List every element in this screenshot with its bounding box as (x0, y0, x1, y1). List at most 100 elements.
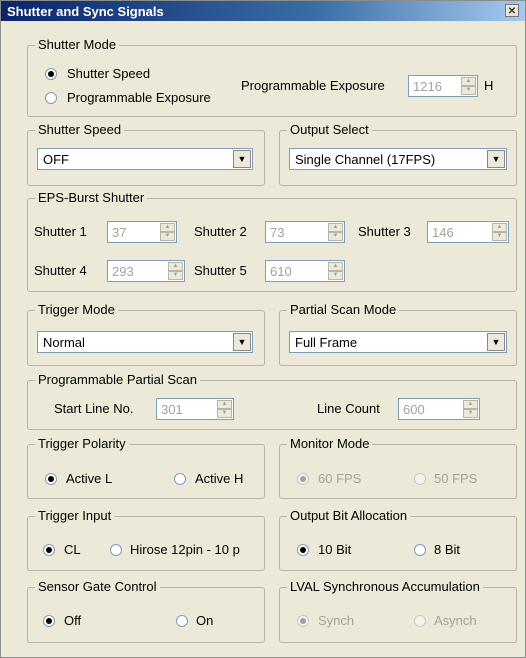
trigger-mode-legend: Trigger Mode (35, 302, 118, 317)
shutter-3-spinner[interactable]: 146 ▲ ▼ (427, 221, 509, 243)
shutter-5-spinner[interactable]: 610 ▲ ▼ (265, 260, 345, 282)
off-radio[interactable] (43, 615, 55, 627)
spin-down-icon[interactable]: ▼ (463, 409, 478, 418)
off-label[interactable]: Off (64, 613, 81, 628)
shutter-5-value: 610 (270, 264, 292, 279)
spin-down-icon[interactable]: ▼ (168, 271, 183, 280)
active-l-label[interactable]: Active L (66, 471, 112, 486)
close-icon[interactable]: ✕ (505, 4, 519, 17)
spin-up-icon[interactable]: ▲ (328, 223, 343, 232)
50fps-label[interactable]: 50 FPS (434, 471, 477, 486)
shutter-1-spinner[interactable]: 37 ▲ ▼ (107, 221, 177, 243)
on-label[interactable]: On (196, 613, 213, 628)
line-count-value: 600 (403, 402, 425, 417)
spin-up-icon[interactable]: ▲ (461, 77, 476, 86)
trigger-polarity-legend: Trigger Polarity (35, 436, 129, 451)
shutter-mode-group: Shutter Mode Shutter Speed Programmable … (27, 37, 517, 117)
title-bar[interactable]: Shutter and Sync Signals ✕ (1, 1, 525, 21)
hirose-radio[interactable] (110, 544, 122, 556)
start-line-label: Start Line No. (54, 401, 134, 416)
active-h-radio[interactable] (174, 473, 186, 485)
partial-scan-mode-legend: Partial Scan Mode (287, 302, 400, 317)
chevron-down-icon[interactable]: ▼ (233, 333, 251, 351)
shutter-3-label: Shutter 3 (358, 224, 411, 239)
spin-down-icon[interactable]: ▼ (217, 409, 232, 418)
sensor-gate-legend: Sensor Gate Control (35, 579, 160, 594)
asynch-label[interactable]: Asynch (434, 613, 477, 628)
shutter-speed-value: OFF (43, 152, 69, 167)
spin-down-icon[interactable]: ▼ (328, 271, 343, 280)
exposure-unit: H (484, 78, 494, 93)
synch-radio[interactable] (297, 615, 309, 627)
spin-up-icon[interactable]: ▲ (168, 262, 183, 271)
start-line-spinner[interactable]: 301 ▲ ▼ (156, 398, 234, 420)
output-select-value: Single Channel (17FPS) (295, 152, 436, 167)
active-h-label[interactable]: Active H (195, 471, 243, 486)
programmable-exposure-radio[interactable] (45, 92, 57, 104)
partial-scan-mode-group: Partial Scan Mode Full Frame ▼ (279, 302, 517, 366)
sensor-gate-group: Sensor Gate Control Off On (27, 579, 265, 643)
programmable-partial-scan-legend: Programmable Partial Scan (35, 372, 200, 387)
shutter-3-value: 146 (432, 225, 454, 240)
cl-label[interactable]: CL (64, 542, 81, 557)
partial-scan-mode-select[interactable]: Full Frame ▼ (289, 331, 507, 353)
chevron-down-icon[interactable]: ▼ (487, 333, 505, 351)
trigger-mode-value: Normal (43, 335, 85, 350)
shutter-4-spinner[interactable]: 293 ▲ ▼ (107, 260, 185, 282)
output-select-select[interactable]: Single Channel (17FPS) ▼ (289, 148, 507, 170)
spin-up-icon[interactable]: ▲ (463, 400, 478, 409)
8-bit-label[interactable]: 8 Bit (434, 542, 460, 557)
trigger-mode-select[interactable]: Normal ▼ (37, 331, 253, 353)
lval-sync-group: LVAL Synchronous Accumulation Synch Asyn… (279, 579, 517, 643)
asynch-radio[interactable] (414, 615, 426, 627)
spin-up-icon[interactable]: ▲ (328, 262, 343, 271)
programmable-exposure-radio-label[interactable]: Programmable Exposure (67, 90, 211, 105)
60fps-label[interactable]: 60 FPS (318, 471, 361, 486)
shutter-4-label: Shutter 4 (34, 263, 87, 278)
eps-burst-group: EPS-Burst Shutter Shutter 1 37 ▲ ▼ Shutte… (27, 190, 517, 292)
chevron-down-icon[interactable]: ▼ (487, 150, 505, 168)
output-bit-legend: Output Bit Allocation (287, 508, 411, 523)
output-select-group: Output Select Single Channel (17FPS) ▼ (279, 122, 517, 186)
spin-down-icon[interactable]: ▼ (160, 232, 175, 241)
shutter-speed-legend: Shutter Speed (35, 122, 125, 137)
line-count-spinner[interactable]: 600 ▲ ▼ (398, 398, 480, 420)
shutter-speed-select[interactable]: OFF ▼ (37, 148, 253, 170)
shutter-1-label: Shutter 1 (34, 224, 87, 239)
spin-down-icon[interactable]: ▼ (492, 232, 507, 241)
lval-sync-legend: LVAL Synchronous Accumulation (287, 579, 483, 594)
10-bit-label[interactable]: 10 Bit (318, 542, 351, 557)
shutter-2-spinner[interactable]: 73 ▲ ▼ (265, 221, 345, 243)
10-bit-radio[interactable] (297, 544, 309, 556)
start-line-value: 301 (161, 402, 183, 417)
8-bit-radio[interactable] (414, 544, 426, 556)
monitor-mode-group: Monitor Mode 60 FPS 50 FPS (279, 436, 517, 499)
synch-label[interactable]: Synch (318, 613, 354, 628)
spin-up-icon[interactable]: ▲ (492, 223, 507, 232)
shutter-1-value: 37 (112, 225, 127, 240)
window-title: Shutter and Sync Signals (7, 4, 164, 19)
spin-up-icon[interactable]: ▲ (217, 400, 232, 409)
trigger-input-legend: Trigger Input (35, 508, 115, 523)
cl-radio[interactable] (43, 544, 55, 556)
exposure-spinner[interactable]: 1216 ▲ ▼ (408, 75, 478, 97)
active-l-radio[interactable] (45, 473, 57, 485)
50fps-radio[interactable] (414, 473, 426, 485)
monitor-mode-legend: Monitor Mode (287, 436, 373, 451)
chevron-down-icon[interactable]: ▼ (233, 150, 251, 168)
spin-down-icon[interactable]: ▼ (461, 86, 476, 95)
spin-up-icon[interactable]: ▲ (160, 223, 175, 232)
on-radio[interactable] (176, 615, 188, 627)
60fps-radio[interactable] (297, 473, 309, 485)
trigger-input-group: Trigger Input CL Hirose 12pin - 10 p (27, 508, 265, 571)
output-select-legend: Output Select (287, 122, 372, 137)
shutter-2-value: 73 (270, 225, 285, 240)
shutter-speed-radio-label[interactable]: Shutter Speed (67, 66, 150, 81)
shutter-2-label: Shutter 2 (194, 224, 247, 239)
shutter-speed-radio[interactable] (45, 68, 57, 80)
output-bit-group: Output Bit Allocation 10 Bit 8 Bit (279, 508, 517, 571)
spin-down-icon[interactable]: ▼ (328, 232, 343, 241)
hirose-label[interactable]: Hirose 12pin - 10 p (130, 542, 240, 557)
dialog-window: Shutter and Sync Signals ✕ Shutter Mode … (0, 0, 526, 658)
shutter-4-value: 293 (112, 264, 134, 279)
